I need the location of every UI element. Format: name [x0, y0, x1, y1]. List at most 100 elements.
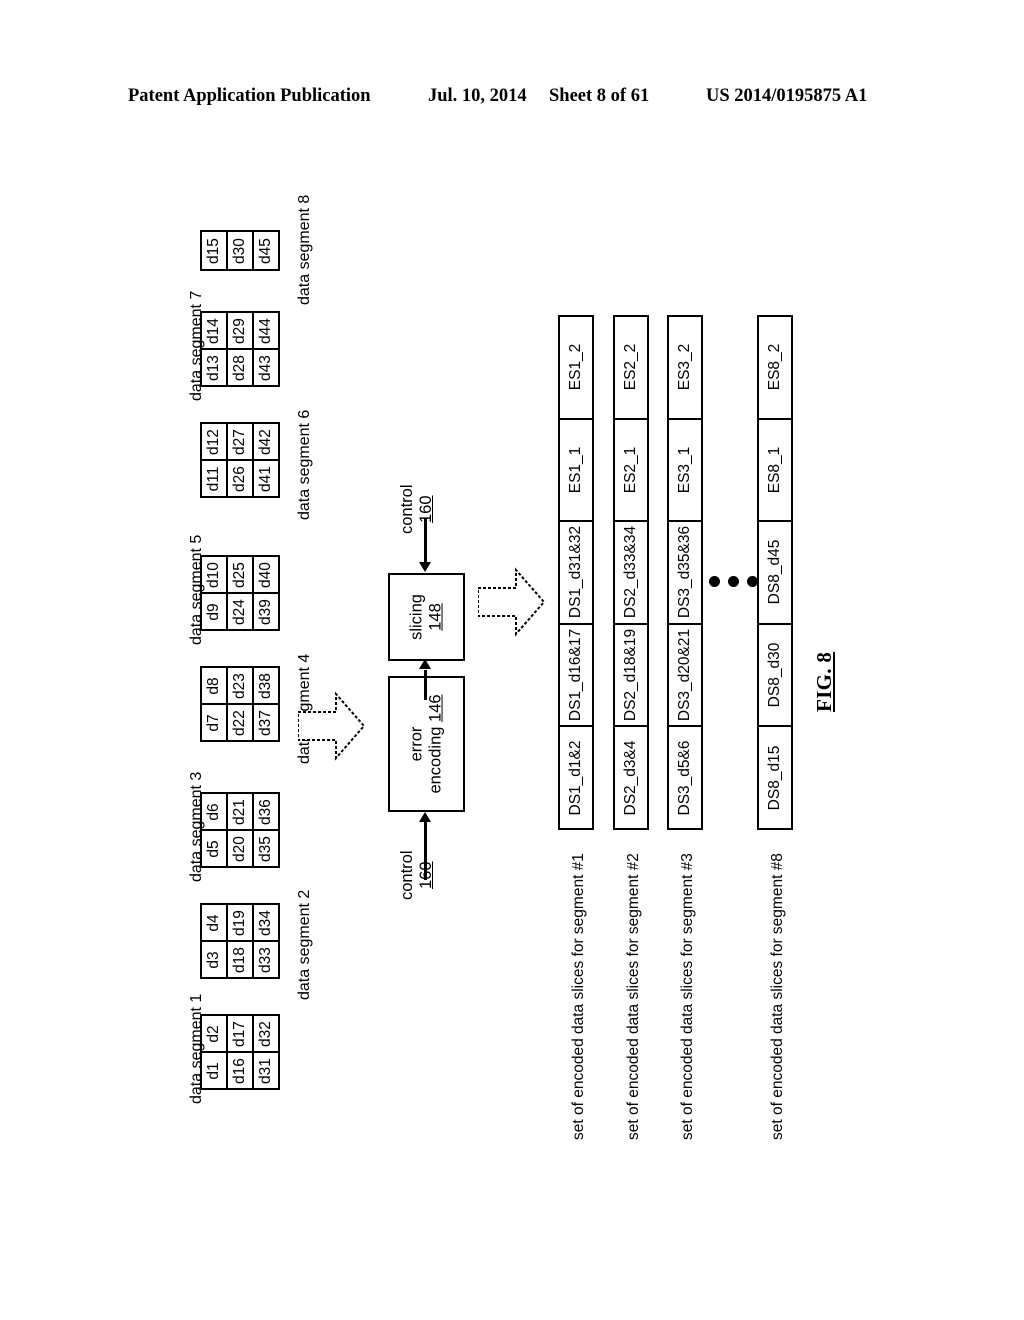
control-arrow-head-encoding: [419, 812, 431, 822]
segment-cell: d32: [254, 1016, 278, 1053]
segment-cell: d22: [228, 705, 252, 740]
slice-cell: DS1_d16&17: [560, 625, 592, 728]
cell-text: d22: [231, 709, 248, 736]
cell-text: d37: [257, 709, 274, 736]
segment-cell: d28: [228, 350, 252, 385]
control-arrow-head-slicing: [419, 562, 431, 572]
cell-text: d6: [205, 802, 222, 821]
segment-cell: d29: [228, 313, 252, 350]
slice-set-label-3: set of encoded data slices for segment #…: [679, 853, 696, 1140]
segment-cell: d37: [254, 705, 278, 740]
slice-cell-text: ES1_2: [567, 344, 584, 391]
segment-cell: d15: [202, 232, 226, 269]
header-patent-number: US 2014/0195875 A1: [706, 86, 868, 106]
ellipsis-indicator: [709, 576, 758, 587]
segment-row-1: d15: [202, 232, 228, 269]
segment-cell: d44: [254, 313, 278, 350]
header-sheet: Sheet 8 of 61: [549, 86, 650, 106]
slice-cell-text: ES1_1: [567, 446, 584, 494]
segment-row-3: d36 d35: [254, 794, 278, 866]
segment-row-2: d21 d20: [228, 794, 254, 866]
cell-text: d9: [205, 602, 222, 621]
slice-cell-text: DS1_d16&17: [567, 628, 584, 722]
cell-text: d39: [257, 598, 274, 625]
slice-cell: DS3_d35&36: [669, 522, 701, 625]
data-segment-table-8: d15 d30 d45: [200, 230, 280, 271]
slice-cell: ES8_2: [759, 317, 791, 420]
segment-cell: d31: [254, 1053, 278, 1088]
segment-row-2: d19 d18: [228, 905, 254, 977]
slice-cell-text: DS3_d5&6: [676, 740, 693, 816]
cell-text: d31: [257, 1057, 274, 1084]
cell-text: d13: [205, 354, 222, 381]
header-publication: Patent Application Publication: [128, 86, 371, 106]
cell-text: d44: [257, 317, 274, 344]
cell-text: d28: [231, 354, 248, 381]
error-encoding-line2: encoding: [426, 726, 445, 794]
segment-cell: d24: [228, 594, 252, 629]
segment-row-2: d30: [228, 232, 254, 269]
cell-text: d40: [257, 561, 274, 588]
data-segment-label-5: data segment 5: [188, 534, 205, 645]
segment-cell: d40: [254, 557, 278, 594]
segment-cell: d25: [228, 557, 252, 594]
segment-row-2: d23 d22: [228, 668, 254, 740]
segment-cell: d8: [202, 668, 226, 705]
segment-row-2: d17 d16: [228, 1016, 254, 1088]
slice-cell-text: ES3_2: [676, 344, 693, 391]
segment-cell: d21: [228, 794, 252, 831]
segment-row-3: d42 d41: [254, 424, 278, 496]
cell-text: d35: [257, 835, 274, 862]
segment-cell: d7: [202, 705, 226, 740]
cell-text: d20: [231, 835, 248, 862]
segment-cell: d30: [228, 232, 252, 269]
segment-row-2: d25 d24: [228, 557, 254, 629]
slice-cell: ES1_2: [560, 317, 592, 420]
segment-cell: d4: [202, 905, 226, 942]
segment-cell: d23: [228, 668, 252, 705]
error-encoding-box[interactable]: error encoding 146: [388, 676, 465, 812]
cell-text: d45: [257, 237, 274, 264]
cell-text: d27: [231, 428, 248, 455]
segment-cell: d17: [228, 1016, 252, 1053]
data-segment-table-2: d4 d3 d19 d18 d34 d33: [200, 903, 280, 979]
slice-cell: DS8_d30: [759, 625, 791, 728]
slice-cell: ES3_1: [669, 420, 701, 523]
cell-text: d16: [231, 1057, 248, 1084]
error-encoding-line2-wrap: encoding 146: [427, 694, 446, 793]
cell-text: d36: [257, 798, 274, 825]
cell-text: d23: [231, 672, 248, 699]
segment-row-2: d29 d28: [228, 313, 254, 385]
slice-cell-text: ES2_1: [622, 446, 639, 494]
flow-arrow-to-encoder: [297, 690, 366, 762]
cell-text: d7: [205, 713, 222, 732]
slice-cell-text: DS2_d3&4: [622, 740, 639, 816]
cell-text: d32: [257, 1020, 274, 1047]
cell-text: d10: [205, 561, 222, 588]
segment-cell: d41: [254, 461, 278, 496]
slice-cell: DS8_d45: [759, 522, 791, 625]
slicing-box[interactable]: slicing 148: [388, 573, 465, 661]
data-segment-table-6: d12 d11 d27 d26 d42 d41: [200, 422, 280, 498]
segment-row-2: d27 d26: [228, 424, 254, 496]
segment-cell: d42: [254, 424, 278, 461]
cell-text: d2: [205, 1024, 222, 1043]
data-segment-table-1: d2 d1 d17 d16 d32 d31: [200, 1014, 280, 1090]
slice-cell-text: ES8_2: [766, 344, 783, 391]
cell-text: d38: [257, 672, 274, 699]
slice-set-table-1: ES1_2 ES1_1 DS1_d31&32 DS1_d16&17 DS1_d1…: [558, 315, 594, 830]
segment-cell: d16: [228, 1053, 252, 1088]
segment-cell: d43: [254, 350, 278, 385]
ellipsis-dot: [709, 576, 720, 587]
segment-cell: d45: [254, 232, 278, 269]
slice-cell: DS2_d33&34: [615, 522, 647, 625]
slice-cell-text: ES8_1: [766, 446, 783, 494]
cell-text: d29: [231, 317, 248, 344]
slice-cell: DS2_d3&4: [615, 727, 647, 828]
cell-text: d26: [231, 465, 248, 492]
slice-cell-text: DS1_d1&2: [567, 740, 584, 816]
slice-cell: DS3_d20&21: [669, 625, 701, 728]
segment-cell: d11: [202, 461, 226, 496]
cell-text: d41: [257, 465, 274, 492]
data-segment-table-4: d8 d7 d23 d22 d38 d37: [200, 666, 280, 742]
